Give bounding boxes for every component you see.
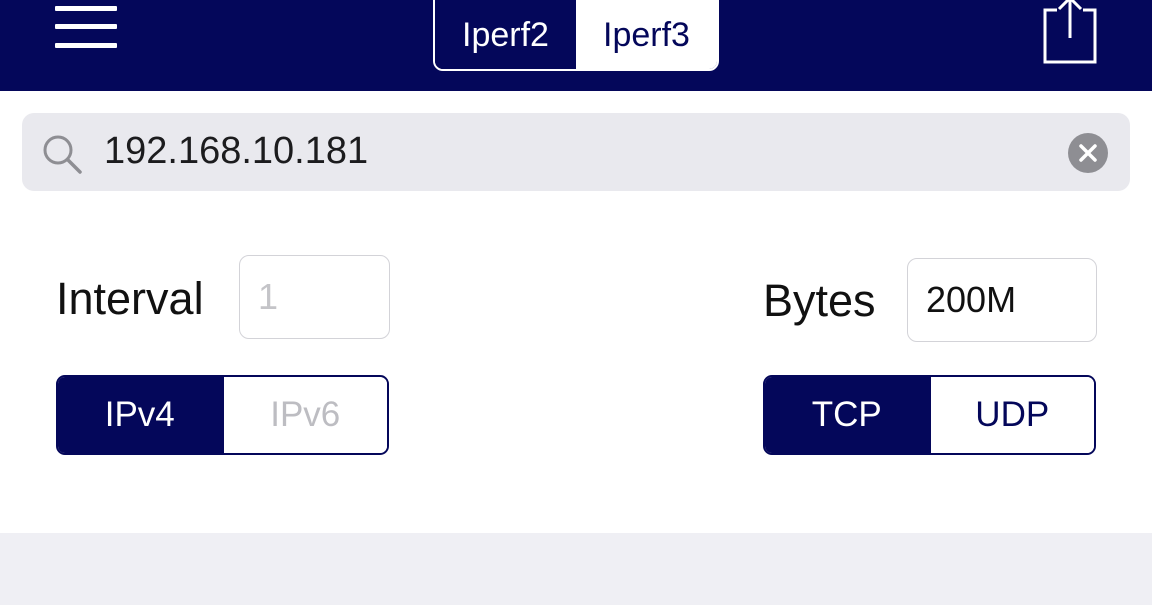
bytes-label: Bytes bbox=[763, 275, 876, 326]
tab-iperf3[interactable]: Iperf3 bbox=[576, 0, 717, 69]
share-icon[interactable] bbox=[1035, 0, 1105, 70]
search-input[interactable]: 192.168.10.181 bbox=[104, 128, 368, 174]
udp-option[interactable]: UDP bbox=[928, 377, 1094, 453]
ip-version-selector: IPv4 IPv6 bbox=[56, 375, 389, 455]
navigation-bar: Iperf2 Iperf3 bbox=[0, 0, 1152, 91]
ipv4-option[interactable]: IPv4 bbox=[58, 377, 222, 453]
protocol-selector: TCP UDP bbox=[763, 375, 1096, 455]
bytes-field[interactable] bbox=[907, 258, 1097, 342]
hamburger-menu-icon[interactable] bbox=[55, 6, 117, 48]
interval-label: Interval bbox=[56, 273, 204, 324]
tcp-option[interactable]: TCP bbox=[765, 377, 929, 453]
clear-icon[interactable] bbox=[1068, 133, 1108, 173]
ipv6-option[interactable]: IPv6 bbox=[221, 377, 387, 453]
tab-iperf2[interactable]: Iperf2 bbox=[435, 0, 576, 69]
search-icon bbox=[43, 135, 82, 174]
interval-field[interactable] bbox=[239, 255, 390, 339]
output-area bbox=[0, 533, 1152, 605]
iperf-version-selector: Iperf2 Iperf3 bbox=[433, 0, 719, 71]
